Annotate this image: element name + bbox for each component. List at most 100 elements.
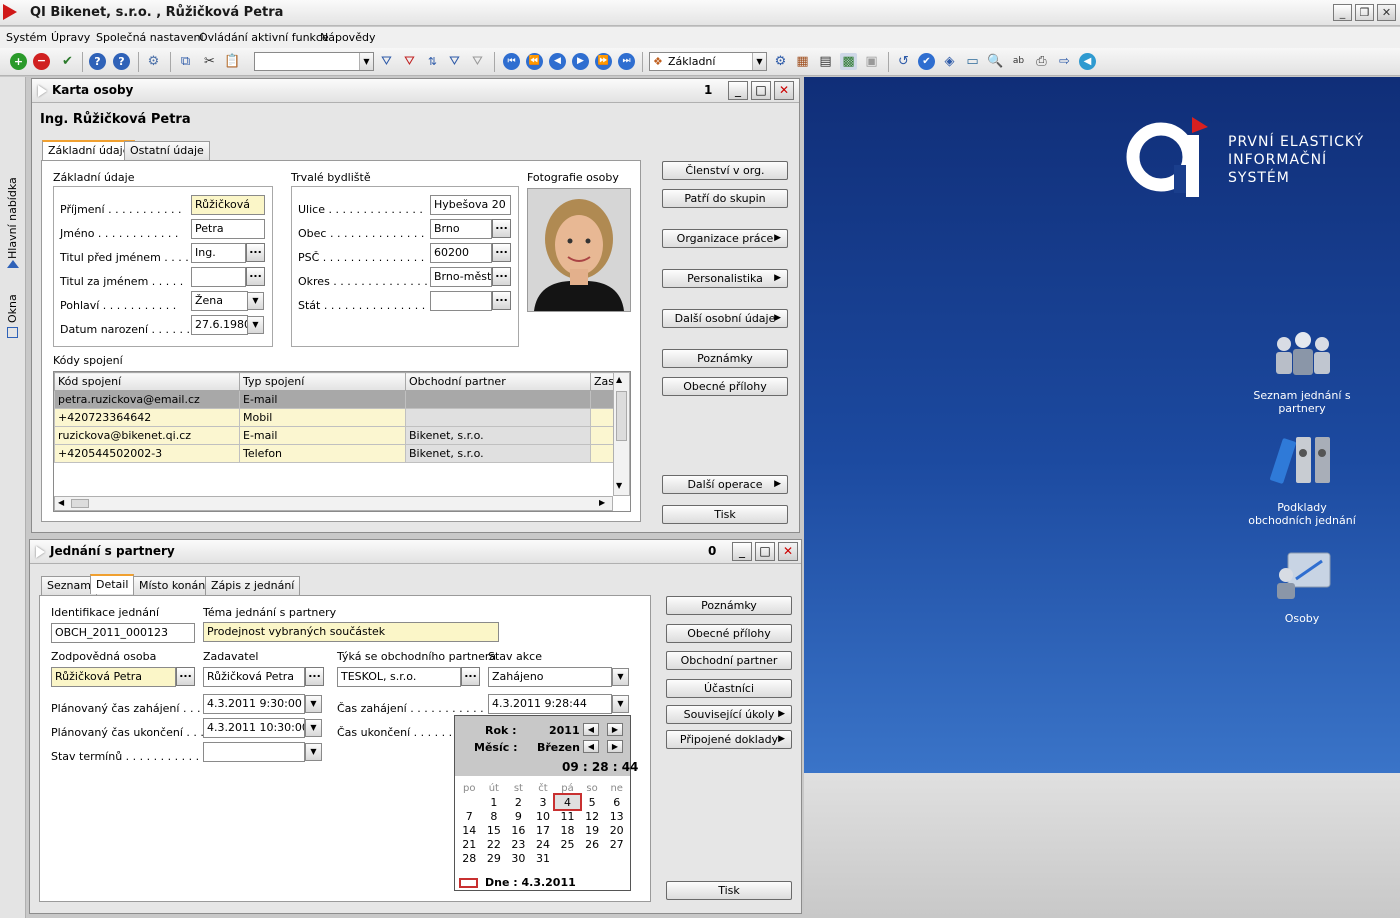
calendar-day[interactable]: 26 xyxy=(580,837,605,851)
menu-napovedy[interactable]: Nápovědy xyxy=(320,31,375,44)
calendar-day[interactable]: 7 xyxy=(457,809,482,823)
calendar-day[interactable]: 27 xyxy=(604,837,629,851)
calendar-day[interactable]: 19 xyxy=(580,823,605,837)
horizontal-scrollbar[interactable]: ◀ ▶ xyxy=(54,496,613,511)
restore-button[interactable]: ❐ xyxy=(1355,4,1374,21)
tema-field[interactable]: Prodejnost vybraných součástek xyxy=(203,622,499,642)
zadavatel-field[interactable]: Růžičková Petra xyxy=(203,667,305,687)
calendar-day[interactable]: 24 xyxy=(531,837,556,851)
calendar-day[interactable]: 14 xyxy=(457,823,482,837)
calendar-day[interactable]: 1 xyxy=(482,795,507,809)
windows-tab[interactable]: Okna xyxy=(6,294,19,323)
minimize-button[interactable]: _ xyxy=(1333,4,1352,21)
collapse-icon[interactable] xyxy=(38,85,47,97)
psc-picker-button[interactable]: ... xyxy=(492,243,511,262)
view-edit-icon[interactable]: ▦ xyxy=(794,53,811,70)
view-chart-icon[interactable]: ▩ xyxy=(840,53,857,70)
obec-picker-button[interactable]: ... xyxy=(492,219,511,238)
binders-icon[interactable] xyxy=(1270,433,1336,489)
dalsi-operace-button[interactable]: Další operace ▶ xyxy=(662,475,788,494)
settings-icon[interactable]: ⚙ xyxy=(145,53,162,70)
organizace-prace-button[interactable]: Organizace práce ▶ xyxy=(662,229,788,248)
prijmeni-field[interactable]: Růžičková xyxy=(191,195,265,215)
souvisejici-ukoly-button[interactable]: Související úkoly ▶ xyxy=(666,705,792,724)
menu-system[interactable]: Systém xyxy=(6,31,47,44)
icon-label-podklady[interactable]: Podklady obchodních jednání xyxy=(1247,501,1357,527)
jednani-minimize-button[interactable]: _ xyxy=(732,542,752,561)
scroll-right-icon[interactable]: ▶ xyxy=(599,498,605,507)
stat-picker-button[interactable]: ... xyxy=(492,291,511,310)
obec-field[interactable]: Brno xyxy=(430,219,492,239)
stav-akce-dropdown-icon[interactable]: ▼ xyxy=(612,668,629,686)
personalistika-button[interactable]: Personalistika ▶ xyxy=(662,269,788,288)
calendar-day[interactable]: 28 xyxy=(457,851,482,865)
zodpovedna-picker-button[interactable]: ... xyxy=(176,667,195,686)
titul-pred-picker-button[interactable]: ... xyxy=(246,243,265,262)
dalsi-osobni-udaje-button[interactable]: Další osobní údaje ▶ xyxy=(662,309,788,328)
tab-zakladni-udaje[interactable]: Základní údaje xyxy=(42,140,136,160)
persons-icon[interactable] xyxy=(1270,551,1336,601)
titul-za-field[interactable] xyxy=(191,267,246,287)
menu-spolecna-nastaveni[interactable]: Společná nastavení xyxy=(96,31,204,44)
help-icon[interactable]: ? xyxy=(89,53,106,70)
calendar-day[interactable]: 17 xyxy=(531,823,556,837)
tab-ostatni-udaje[interactable]: Ostatní údaje xyxy=(124,141,210,160)
ucastnici-button[interactable]: Účastníci xyxy=(666,679,792,698)
last-record-icon[interactable]: ⏭ xyxy=(618,53,635,70)
table-row[interactable]: +420544502002-3 Telefon Bikenet, s.r.o. xyxy=(54,444,614,463)
calendar-day[interactable]: 22 xyxy=(482,837,507,851)
advanced-filter-icon[interactable]: ⛛ xyxy=(446,53,463,70)
calendar-day[interactable]: 8 xyxy=(482,809,507,823)
main-menu-tab[interactable]: Hlavní nabídka xyxy=(6,177,19,259)
plan-ukonceni-field[interactable]: 4.3.2011 10:30:00 xyxy=(203,718,305,738)
calendar-day[interactable]: 21 xyxy=(457,837,482,851)
stav-terminu-dropdown-icon[interactable]: ▼ xyxy=(305,743,322,761)
view-combo[interactable]: ❖ Základní ▼ xyxy=(649,52,767,71)
obchodni-partner-button[interactable]: Obchodní partner xyxy=(666,651,792,670)
calendar-day[interactable]: 31 xyxy=(531,851,556,865)
menu-upravy[interactable]: Úpravy xyxy=(51,31,90,44)
pripojene-doklady-button[interactable]: Připojené doklady ▶ xyxy=(666,730,792,749)
table-row[interactable]: petra.ruzickova@email.cz E-mail xyxy=(54,390,614,409)
close-button[interactable]: ✕ xyxy=(1377,4,1396,21)
calendar-day[interactable]: 15 xyxy=(482,823,507,837)
calendar-day[interactable]: 30 xyxy=(506,851,531,865)
titul-pred-field[interactable]: Ing. xyxy=(191,243,246,263)
datum-field[interactable]: 27.6.1980 xyxy=(191,315,248,335)
scroll-up-icon[interactable]: ▲ xyxy=(616,375,622,384)
calendar-day[interactable]: 12 xyxy=(580,809,605,823)
table-row[interactable]: +420723364642 Mobil xyxy=(54,408,614,427)
layers-icon[interactable]: ◈ xyxy=(941,53,958,70)
icon-label-osoby[interactable]: Osoby xyxy=(1247,612,1357,625)
identifikace-field[interactable]: OBCH_2011_000123 xyxy=(51,623,195,643)
cas-zahajeni-dropdown-icon[interactable]: ▼ xyxy=(612,695,629,713)
icon-label-seznam[interactable]: Seznam jednání s partnery xyxy=(1247,389,1357,415)
year-prev-icon[interactable]: ◀ xyxy=(583,723,599,736)
view-list-icon[interactable]: ▤ xyxy=(817,53,834,70)
calendar-day[interactable]: 29 xyxy=(482,851,507,865)
replace-icon[interactable]: ab xyxy=(1010,53,1027,70)
partner-field[interactable]: TESKOL, s.r.o. xyxy=(337,667,461,687)
okres-picker-button[interactable]: ... xyxy=(492,267,511,286)
tab-misto-konani[interactable]: Místo konání xyxy=(133,576,215,595)
calendar-day[interactable]: 11 xyxy=(555,809,580,823)
toolbar-combo[interactable]: ▼ xyxy=(254,52,374,71)
col-obchodni-partner[interactable]: Obchodní partner xyxy=(405,372,591,391)
table-row[interactable]: ruzickova@bikenet.qi.cz E-mail Bikenet, … xyxy=(54,426,614,445)
poznamky-button[interactable]: Poznámky xyxy=(662,349,788,368)
tab-detail[interactable]: Detail xyxy=(90,574,135,594)
paste-icon[interactable]: 📋 xyxy=(224,53,241,70)
psc-field[interactable]: 60200 xyxy=(430,243,492,263)
find-icon[interactable]: 🔍 xyxy=(987,53,1004,70)
month-next-icon[interactable]: ▶ xyxy=(607,740,623,753)
window-icon[interactable]: ▭ xyxy=(964,53,981,70)
collapse-icon[interactable] xyxy=(36,546,45,558)
copy-icon[interactable]: ⧉ xyxy=(177,53,194,70)
next-page-icon[interactable]: ⏩ xyxy=(595,53,612,70)
karta-maximize-button[interactable]: □ xyxy=(751,81,771,100)
scroll-down-icon[interactable]: ▼ xyxy=(616,481,622,490)
clear-filter-icon[interactable]: ⛛ xyxy=(401,53,418,70)
context-help-icon[interactable]: ? xyxy=(113,53,130,70)
month-prev-icon[interactable]: ◀ xyxy=(583,740,599,753)
people-icon[interactable] xyxy=(1270,330,1336,380)
